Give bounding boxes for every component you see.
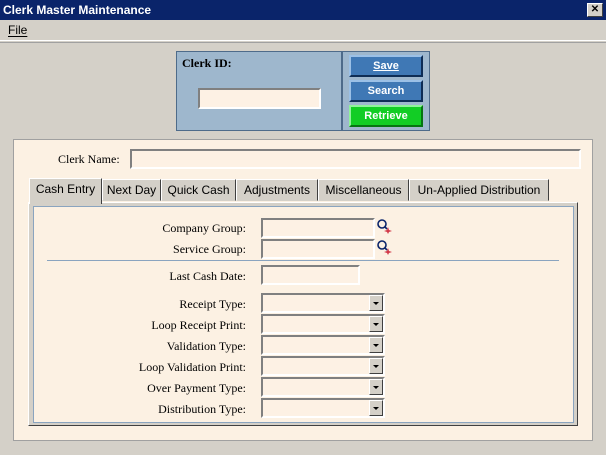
company-group-input[interactable] — [261, 218, 375, 238]
window-title: Clerk Master Maintenance — [3, 3, 152, 17]
loop-receipt-print-label: Loop Receipt Print: — [151, 318, 246, 332]
tab-cash-entry[interactable]: Cash Entry — [29, 178, 102, 204]
distribution-type-label: Distribution Type: — [158, 402, 246, 416]
receipt-type-label: Receipt Type: — [179, 297, 246, 311]
tab-miscellaneous[interactable]: Miscellaneous — [318, 179, 409, 201]
menu-separator — [0, 40, 606, 43]
clerk-name-label: Clerk Name: — [58, 152, 120, 166]
chevron-down-icon[interactable] — [369, 337, 383, 353]
retrieve-button[interactable]: Retrieve — [349, 105, 423, 127]
tab-next-day[interactable]: Next Day — [102, 179, 161, 201]
loop-receipt-print-select[interactable] — [261, 314, 385, 334]
receipt-type-select[interactable] — [261, 293, 385, 313]
clerk-id-panel: Clerk ID: — [176, 51, 342, 131]
loop-validation-print-label: Loop Validation Print: — [138, 360, 246, 374]
save-button-label: Save — [373, 60, 399, 72]
service-group-input[interactable] — [261, 239, 375, 259]
chevron-down-icon[interactable] — [369, 379, 383, 395]
clerk-id-input[interactable] — [198, 88, 321, 109]
chevron-down-icon[interactable] — [369, 316, 383, 332]
over-payment-type-label: Over Payment Type: — [147, 381, 246, 395]
last-cash-date-input[interactable] — [261, 265, 360, 285]
menu-bar: File — [0, 20, 606, 40]
save-button[interactable]: Save — [349, 55, 423, 77]
window-titlebar: Clerk Master Maintenance ✕ — [0, 0, 606, 20]
service-group-label: Service Group: — [173, 242, 246, 256]
search-button[interactable]: Search — [349, 80, 423, 102]
chevron-down-icon[interactable] — [369, 358, 383, 374]
chevron-down-icon[interactable] — [369, 400, 383, 416]
clerk-name-input[interactable] — [130, 149, 581, 169]
clerk-id-label: Clerk ID: — [182, 56, 232, 70]
company-group-lookup-icon[interactable] — [376, 218, 392, 234]
validation-type-label: Validation Type: — [166, 339, 246, 353]
over-payment-type-select[interactable] — [261, 377, 385, 397]
section-divider — [47, 260, 559, 261]
chevron-down-icon[interactable] — [369, 295, 383, 311]
company-group-label: Company Group: — [162, 221, 246, 235]
service-group-lookup-icon[interactable] — [376, 239, 392, 255]
close-icon: ✕ — [590, 4, 600, 15]
tab-un-applied-distribution[interactable]: Un-Applied Distribution — [409, 179, 549, 201]
distribution-type-select[interactable] — [261, 398, 385, 418]
menu-file[interactable]: File — [8, 23, 27, 37]
loop-validation-print-select[interactable] — [261, 356, 385, 376]
tab-quick-cash[interactable]: Quick Cash — [161, 179, 236, 201]
close-button[interactable]: ✕ — [587, 3, 603, 17]
last-cash-date-label: Last Cash Date: — [169, 269, 246, 283]
action-button-panel: Save Search Retrieve — [342, 51, 430, 131]
validation-type-select[interactable] — [261, 335, 385, 355]
tab-adjustments[interactable]: Adjustments — [236, 179, 318, 201]
